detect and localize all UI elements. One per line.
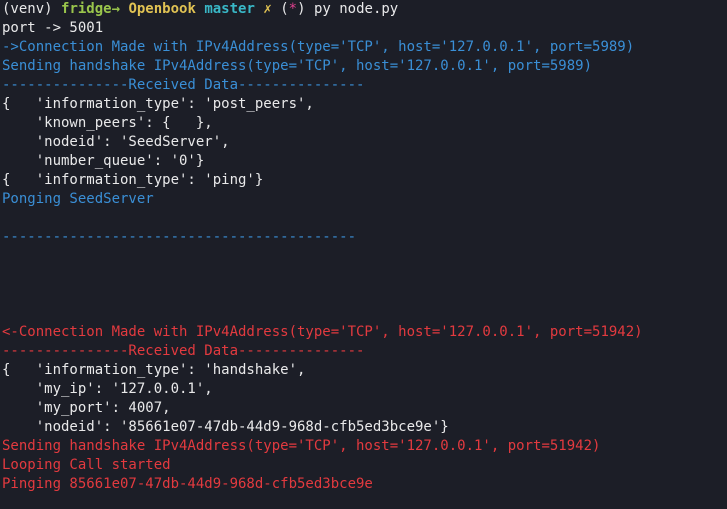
command-text: py node.py (313, 1, 399, 17)
data-line: { 'information_type': 'handshake', (2, 362, 306, 378)
looping-call-line: Looping Call started (2, 457, 171, 473)
prompt-arrow-icon: → (111, 1, 129, 17)
paren-close: ) (297, 1, 314, 17)
output-line: port -> 5001 (2, 20, 104, 36)
data-line: 'known_peers': { }, (2, 115, 213, 131)
ponging-line: Ponging SeedServer (2, 191, 154, 207)
git-branch: master (204, 1, 255, 17)
received-data-header: ---------------Received Data------------… (2, 77, 365, 93)
prompt-directory: Openbook (128, 1, 196, 17)
data-line: 'nodeid': 'SeedServer', (2, 134, 230, 150)
star-icon: * (288, 1, 298, 17)
sending-handshake-line: Sending handshake IPv4Address(type='TCP'… (2, 438, 601, 454)
terminal-window[interactable]: (venv) fridge→ Openbook master ✗ (*) py … (0, 0, 727, 509)
venv-label: (venv) (2, 1, 62, 17)
paren-open: ( (271, 1, 289, 17)
separator-line: ----------------------------------------… (2, 229, 357, 245)
pinging-line: Pinging 85661e07-47db-44d9-968d-cfb5ed3b… (2, 476, 373, 492)
shell-prompt: (venv) fridge→ Openbook master ✗ (*) py … (2, 0, 727, 19)
received-data-header: ---------------Received Data------------… (2, 343, 365, 359)
prompt-user: fridge (61, 1, 112, 17)
sending-handshake-line: Sending handshake IPv4Address(type='TCP'… (2, 58, 593, 74)
data-line: { 'information_type': 'post_peers', (2, 96, 314, 112)
data-line: 'nodeid': '85661e07-47db-44d9-968d-cfb5e… (2, 419, 449, 435)
git-dirty-icon: ✗ (263, 1, 272, 17)
data-line: 'my_port': 4007, (2, 400, 171, 416)
connection-made-line: ->Connection Made with IPv4Address(type=… (2, 39, 635, 55)
data-line: 'my_ip': '127.0.0.1', (2, 381, 213, 397)
data-line: { 'information_type': 'ping'} (2, 172, 264, 188)
data-line: 'number_queue': '0'} (2, 153, 205, 169)
incoming-connection-line: <-Connection Made with IPv4Address(type=… (2, 324, 643, 340)
